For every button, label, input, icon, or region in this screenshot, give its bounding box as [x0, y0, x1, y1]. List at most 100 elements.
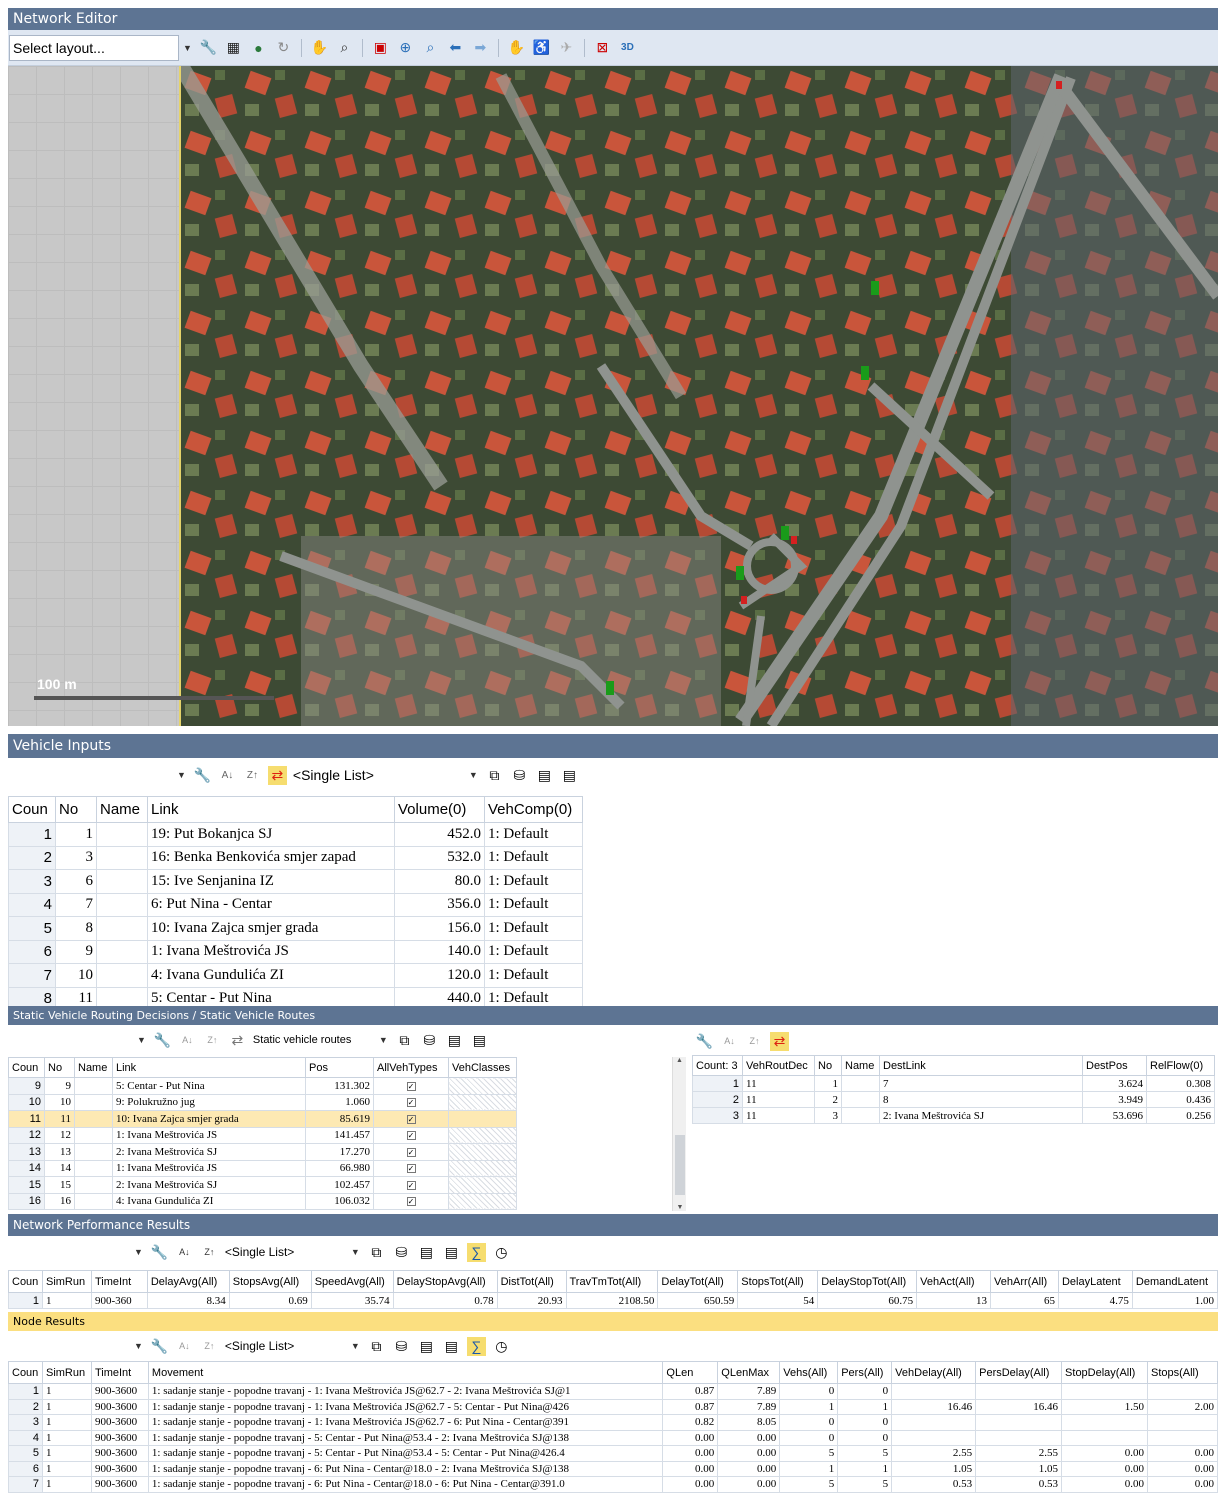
column-header[interactable]: Coun [8, 1361, 43, 1384]
column-header[interactable]: Name [841, 1055, 880, 1076]
table-cell[interactable]: 10 [8, 1093, 45, 1111]
save-as-icon[interactable]: ▤ [470, 1031, 489, 1050]
table-cell[interactable]: 0.00 [1061, 1460, 1148, 1477]
table-cell[interactable]: 1.05 [975, 1460, 1063, 1477]
table-cell[interactable]: 11 [8, 1110, 45, 1128]
column-header[interactable]: No [814, 1055, 842, 1076]
table-row[interactable]: 4 7 6: Put Nina - Centar 356.0 1: Default [8, 892, 583, 917]
table-cell[interactable]: 3 [55, 845, 97, 870]
table-cell[interactable]: 0.00 [1146, 1445, 1218, 1462]
airplane-icon[interactable]: ✈ [557, 38, 576, 57]
table-cell[interactable]: 0.00 [1061, 1445, 1148, 1462]
table-cell[interactable] [841, 1107, 880, 1124]
table-cell[interactable] [975, 1429, 1063, 1446]
sum-icon[interactable]: ∑ [466, 1336, 486, 1356]
all-veh-types-cell[interactable]: ✓ [373, 1126, 449, 1144]
table-row[interactable]: 3 6 15: Ive Senjanina IZ 80.0 1: Default [8, 869, 583, 894]
column-header[interactable]: VehComp(0) [484, 796, 583, 823]
table-cell[interactable]: 452.0 [394, 822, 485, 847]
table-cell[interactable]: 1 [8, 1383, 43, 1400]
table-cell[interactable]: 140.0 [394, 939, 485, 964]
table-cell[interactable] [74, 1093, 113, 1111]
column-header[interactable]: Pers(All) [837, 1361, 893, 1384]
column-header[interactable]: Coun [8, 1270, 43, 1293]
table-row[interactable]: 6 1 900-3600 1: sadanje stanje - popodne tr… [8, 1460, 1218, 1477]
column-header[interactable]: StopDelay(All) [1061, 1361, 1148, 1384]
node-results-list-select[interactable]: <Single List> [221, 1335, 347, 1357]
column-header[interactable]: Name [96, 796, 148, 823]
scrollbar-thumb[interactable] [675, 1135, 685, 1195]
table-cell[interactable]: 5 [8, 1445, 43, 1462]
performance-list-select[interactable]: <Single List> [221, 1241, 347, 1263]
column-header[interactable]: Stops(All) [1146, 1361, 1218, 1384]
column-header[interactable]: DistTot(All) [496, 1270, 567, 1293]
table-cell[interactable]: 2: Ivana Meštrovića SJ [112, 1143, 306, 1161]
table-cell[interactable]: 1: sadanje stanje - popodne travanj - 6:… [147, 1460, 664, 1477]
table-cell[interactable]: 1: Default [484, 892, 583, 917]
network-map[interactable]: 100 m [8, 66, 1218, 726]
globe-icon[interactable]: ● [249, 38, 268, 57]
wrench-icon[interactable]: 🔧 [150, 1243, 169, 1262]
table-cell[interactable]: 900-3600 [90, 1429, 149, 1446]
table-cell[interactable]: 0 [779, 1429, 839, 1446]
table-row[interactable]: 12 12 1: Ivana Meštrovića JS 141.457 ✓ [8, 1126, 517, 1144]
table-cell[interactable] [74, 1176, 113, 1194]
save-icon[interactable]: ▤ [417, 1337, 436, 1356]
table-cell[interactable]: 7.89 [717, 1383, 781, 1400]
table-cell[interactable] [96, 986, 148, 1006]
all-veh-types-cell[interactable]: ✓ [373, 1159, 449, 1177]
table-cell[interactable] [1061, 1383, 1148, 1400]
routing-list-select[interactable]: Static vehicle routes [249, 1029, 375, 1051]
table-row[interactable]: 13 13 2: Ivana Meštrovića SJ 17.270 ✓ [8, 1143, 517, 1161]
table-cell[interactable]: 0.00 [662, 1429, 719, 1446]
table-cell[interactable]: 11 [742, 1075, 815, 1092]
column-header[interactable]: VehArr(All) [990, 1270, 1059, 1293]
table-cell[interactable]: 0.82 [662, 1414, 719, 1431]
table-cell[interactable]: 0.87 [662, 1398, 719, 1415]
table-cell[interactable]: 0.256 [1146, 1107, 1215, 1124]
table-cell[interactable]: 1 [41, 1476, 92, 1493]
column-header[interactable]: VehAct(All) [916, 1270, 992, 1293]
zoom-in-icon[interactable]: ⊕ [396, 38, 415, 57]
table-cell[interactable]: 1 [837, 1398, 893, 1415]
checkbox-checked-icon[interactable]: ✓ [406, 1081, 416, 1091]
chevron-down-icon[interactable]: ▼ [137, 1035, 146, 1045]
table-cell[interactable]: 13 [8, 1143, 45, 1161]
table-cell[interactable] [74, 1143, 113, 1161]
table-cell[interactable]: 2 [8, 845, 56, 870]
wrench-icon[interactable]: 🔧 [150, 1337, 169, 1356]
table-cell[interactable]: 440.0 [394, 986, 485, 1006]
table-cell[interactable]: 0.00 [717, 1445, 781, 1462]
table-cell[interactable] [96, 822, 148, 847]
table-cell[interactable] [96, 963, 148, 988]
table-cell[interactable]: 6 [8, 939, 56, 964]
table-cell[interactable]: 5 [779, 1476, 839, 1493]
table-cell[interactable]: 16.46 [891, 1398, 977, 1415]
sync-icon[interactable]: ⇄ [770, 1031, 789, 1051]
table-cell[interactable]: 1 [41, 1414, 92, 1431]
table-cell[interactable]: 1: Default [484, 939, 583, 964]
sort-ascending-icon[interactable]: A↓ [178, 1031, 197, 1050]
chevron-down-icon[interactable]: ▼ [351, 1247, 360, 1257]
pan-hand-icon[interactable]: ✋ [310, 38, 329, 57]
table-cell[interactable]: 1: Default [484, 822, 583, 847]
checkbox-checked-icon[interactable]: ✓ [406, 1180, 416, 1190]
table-cell[interactable]: 19: Put Bokanjca SJ [147, 822, 395, 847]
column-header[interactable]: TimeInt [90, 1270, 148, 1293]
table-cell[interactable]: 1: sadanje stanje - popodne travanj - 1:… [147, 1398, 664, 1415]
table-row[interactable]: 15 15 2: Ivana Meštrovića SJ 102.457 ✓ [8, 1176, 517, 1194]
table-cell[interactable] [74, 1077, 113, 1095]
table-cell[interactable]: 1 [55, 822, 97, 847]
save-as-icon[interactable]: ▤ [442, 1337, 461, 1356]
table-cell[interactable]: 5 [837, 1476, 893, 1493]
table-cell[interactable]: 8 [8, 986, 56, 1006]
table-row[interactable]: 14 14 1: Ivana Meštrovića JS 66.980 ✓ [8, 1159, 517, 1177]
column-header[interactable]: VehRoutDec [742, 1055, 815, 1076]
table-cell[interactable]: 1.05 [891, 1460, 977, 1477]
table-cell[interactable] [96, 939, 148, 964]
table-cell[interactable] [1061, 1414, 1148, 1431]
table-cell[interactable]: 16 [8, 1192, 45, 1210]
table-cell[interactable]: 900-3600 [90, 1383, 149, 1400]
table-cell[interactable]: 0.00 [717, 1460, 781, 1477]
table-cell[interactable]: 10: Ivana Zajca smjer grada [112, 1110, 306, 1128]
